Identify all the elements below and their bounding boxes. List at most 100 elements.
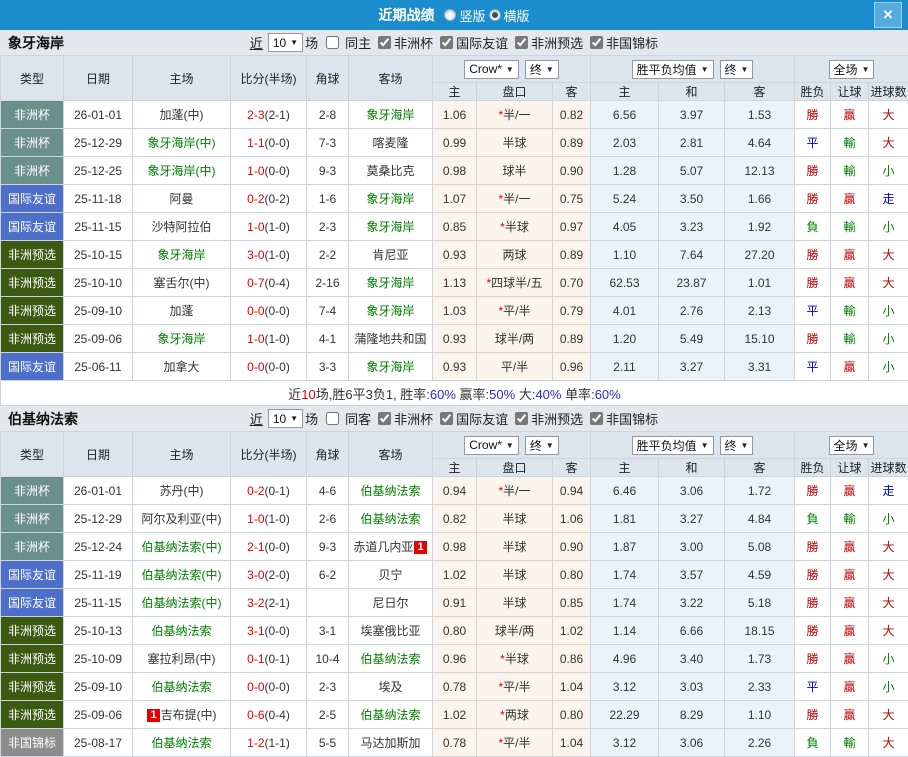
score: 0-0(0-0)	[231, 353, 307, 381]
col-home: 主场	[133, 432, 231, 477]
handicap-result: 輸	[831, 129, 869, 157]
home-team-name: 加蓬	[169, 304, 193, 318]
score: 1-0(1-0)	[231, 213, 307, 241]
half-time-score: (0-2)	[265, 192, 290, 206]
home-team: 阿曼	[133, 185, 231, 213]
record-summary: 近10场,胜6平3负1, 胜率:60% 赢率:50% 大:40% 单率:60%	[1, 381, 908, 406]
avg-home-odds: 3.12	[591, 673, 659, 701]
half-time-score: (1-0)	[265, 220, 290, 234]
handicap-text: 四球半/五	[491, 276, 542, 290]
result-badge: 勝	[795, 101, 831, 129]
goals-result: 小	[869, 297, 908, 325]
match-date: 25-10-13	[64, 617, 133, 645]
same-side-checkbox[interactable]	[326, 412, 339, 425]
away-team-name: 伯基纳法索	[360, 512, 420, 526]
bookmaker-select[interactable]: Crow*▼	[464, 60, 519, 79]
goals-result: 大	[869, 589, 908, 617]
league-checkbox-3[interactable]	[590, 412, 603, 425]
wdl-stage-select[interactable]: 终▼	[720, 436, 754, 455]
avg-draw-odds: 8.29	[659, 701, 725, 729]
avg-draw-odds: 3.40	[659, 645, 725, 673]
home-odds: 0.99	[433, 129, 477, 157]
avg-draw-odds: 3.00	[659, 533, 725, 561]
match-row: 非洲杯26-01-01加蓬(中)2-3(2-1)2-8象牙海岸1.06*半/一0…	[1, 101, 908, 129]
home-team: 伯基纳法索(中)	[133, 533, 231, 561]
home-team: 伯基纳法索	[133, 673, 231, 701]
corner-score: 4-1	[307, 325, 349, 353]
match-row: 非洲杯25-12-24伯基纳法索(中)2-1(0-0)9-3赤道几内亚10.98…	[1, 533, 908, 561]
away-team-name: 象牙海岸	[366, 192, 414, 206]
half-time-score: (1-0)	[265, 332, 290, 346]
league-checkbox-0[interactable]	[378, 412, 391, 425]
corner-score: 6-2	[307, 561, 349, 589]
close-button[interactable]: ×	[874, 2, 902, 28]
corner-score: 2-8	[307, 101, 349, 129]
odds-stage-select[interactable]: 终▼	[525, 436, 559, 455]
away-odds: 0.80	[553, 561, 591, 589]
away-team: 伯基纳法索	[349, 645, 433, 673]
half-time-score: (0-1)	[265, 652, 290, 666]
full-match-select[interactable]: 全场▼	[829, 60, 875, 79]
match-date: 25-11-15	[64, 213, 133, 241]
home-team-name: 塞舌尔(中)	[154, 276, 210, 290]
layout-radio-group: 竖版横版	[444, 6, 529, 25]
wdl-average-select[interactable]: 胜平负均值▼	[632, 436, 714, 455]
match-date: 26-01-01	[64, 101, 133, 129]
half-time-score: (0-4)	[265, 276, 290, 290]
dropdown-arrow-icon: ▼	[862, 441, 870, 450]
layout-radio-1[interactable]	[489, 9, 501, 21]
league-checkbox-2[interactable]	[515, 36, 528, 49]
goals-result: 大	[869, 269, 908, 297]
away-team: 马达加斯加	[349, 729, 433, 757]
league-checkbox-3[interactable]	[590, 36, 603, 49]
near-link[interactable]: 近	[250, 33, 263, 52]
near-link[interactable]: 近	[250, 409, 263, 428]
league-label-3: 非国锦标	[606, 33, 658, 52]
same-side-checkbox[interactable]	[326, 36, 339, 49]
half-time-score: (0-0)	[265, 164, 290, 178]
full-time-score: 0-0	[247, 680, 264, 694]
league-checkbox-1[interactable]	[440, 412, 453, 425]
bookmaker-select[interactable]: Crow*▼	[464, 436, 519, 455]
league-checkbox-1[interactable]	[440, 36, 453, 49]
full-time-score: 3-0	[247, 248, 264, 262]
away-team: 贝宁	[349, 561, 433, 589]
home-team-name: 苏丹(中)	[160, 484, 204, 498]
home-team-name: 象牙海岸	[157, 332, 205, 346]
odds-stage-select[interactable]: 终▼	[525, 60, 559, 79]
handicap: *平/半	[477, 673, 553, 701]
league-badge: 非洲预选	[1, 701, 64, 729]
avg-away-odds: 5.18	[725, 589, 795, 617]
league-checkbox-2[interactable]	[515, 412, 528, 425]
dialog-title: 近期战绩	[378, 5, 434, 25]
matches-table-home-team: 类型 日期 主场 比分(半场) 角球 客场 Crow*▼ 终▼ 胜平负均值▼ 终…	[0, 55, 908, 406]
match-date: 25-11-18	[64, 185, 133, 213]
home-team: 阿尔及利亚(中)	[133, 505, 231, 533]
avg-away-odds: 15.10	[725, 325, 795, 353]
col-corner: 角球	[307, 56, 349, 101]
match-count-select[interactable]: 10▼	[268, 409, 303, 428]
match-date: 25-06-11	[64, 353, 133, 381]
layout-radio-0[interactable]	[444, 9, 456, 21]
home-team-name: 象牙海岸	[157, 248, 205, 262]
league-badge: 非洲杯	[1, 129, 64, 157]
summary-segment: 赢率:	[456, 387, 489, 402]
wdl-stage-select[interactable]: 终▼	[720, 60, 754, 79]
avg-away-odds: 2.13	[725, 297, 795, 325]
score: 0-1(0-1)	[231, 645, 307, 673]
result-badge: 平	[795, 297, 831, 325]
league-checkbox-0[interactable]	[378, 36, 391, 49]
match-count-select[interactable]: 10▼	[268, 33, 303, 52]
league-label-2: 非洲预选	[531, 409, 583, 428]
league-badge: 非洲预选	[1, 297, 64, 325]
home-team: 伯基纳法索	[133, 729, 231, 757]
league-label-0: 非洲杯	[394, 409, 433, 428]
wdl-average-select[interactable]: 胜平负均值▼	[632, 60, 714, 79]
avg-away-odds: 3.31	[725, 353, 795, 381]
avg-home-odds: 1.28	[591, 157, 659, 185]
home-odds: 0.85	[433, 213, 477, 241]
handicap-result: 輸	[831, 505, 869, 533]
full-match-select[interactable]: 全场▼	[829, 436, 875, 455]
handicap-text: 平/半	[503, 736, 530, 750]
avg-away-odds: 1.66	[725, 185, 795, 213]
